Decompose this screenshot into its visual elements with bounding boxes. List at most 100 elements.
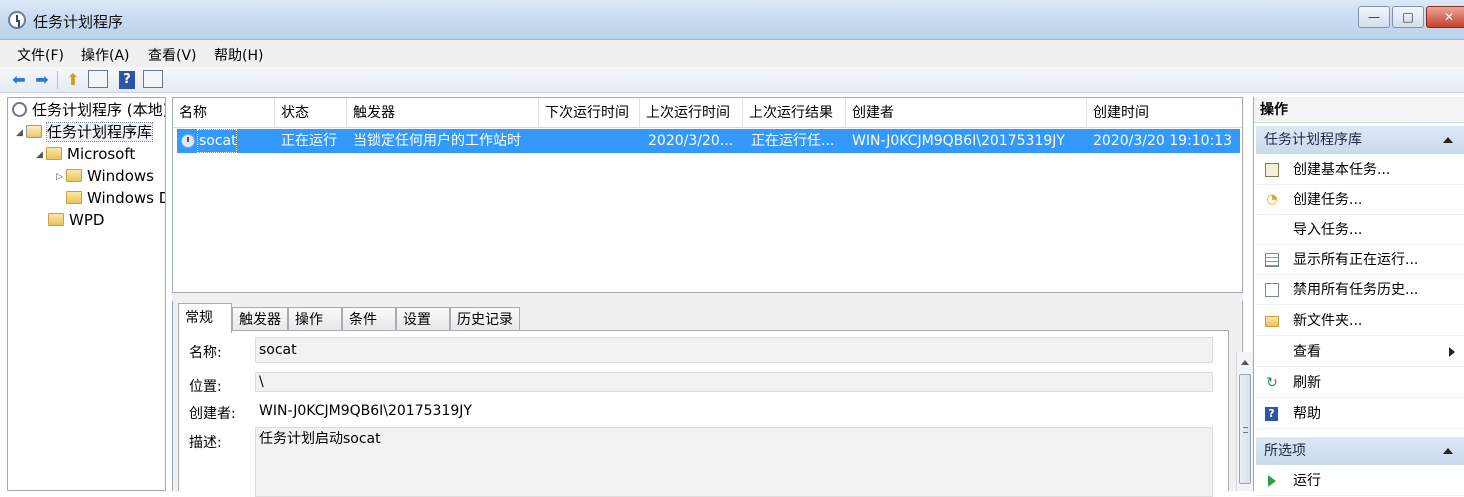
folder-icon	[46, 147, 62, 160]
action-label: 运行	[1293, 473, 1321, 489]
collapse-triangle-icon[interactable]: ◢	[16, 123, 26, 143]
basic-task-wizard-icon	[1265, 163, 1279, 177]
show-hide-action-pane-icon[interactable]	[143, 70, 163, 88]
actions-pane-title: 操作	[1254, 97, 1464, 123]
menu-bar: 文件(F) 操作(A) 查看(V) 帮助(H)	[0, 40, 1464, 67]
help-icon: ?	[1265, 407, 1278, 421]
show-hide-console-tree-icon[interactable]	[88, 70, 108, 88]
action-run[interactable]: 运行	[1256, 466, 1464, 496]
create-task-icon: ◔	[1266, 192, 1278, 207]
section-task-library[interactable]: 任务计划程序库	[1256, 126, 1464, 154]
menu-help[interactable]: 帮助(H)	[214, 45, 263, 65]
history-log-icon	[1265, 283, 1279, 297]
action-disable-task-history[interactable]: 禁用所有任务历史...	[1256, 275, 1464, 305]
maximize-button[interactable]: □	[1392, 6, 1424, 28]
section-selected-item-label: 所选项	[1264, 443, 1306, 459]
tab-settings[interactable]: 设置	[396, 307, 450, 332]
console-tree: 任务计划程序 (本地) ◢ 任务计划程序库 ◢ Microsoft ▷ Windows…	[7, 97, 166, 491]
scroll-thumb[interactable]	[1239, 374, 1251, 484]
column-header-author[interactable]: 创建者	[846, 98, 1087, 128]
task-list: 名称 状态 触发器 下次运行时间 上次运行时间 上次运行结果 创建者 创建时间 …	[172, 97, 1243, 293]
tab-triggers[interactable]: 触发器	[232, 307, 288, 332]
tree-item-root[interactable]: 任务计划程序 (本地)	[12, 100, 165, 120]
action-create-task[interactable]: ◔ 创建任务...	[1256, 185, 1464, 215]
cell-author: WIN-J0KCJM9QB6I\20175319JY	[852, 133, 1065, 149]
column-header-trigger[interactable]: 触发器	[347, 98, 539, 128]
title-bar: 任务计划程序 — □ ✕	[0, 0, 1464, 40]
tree-item-microsoft[interactable]: ◢ Microsoft	[36, 144, 135, 164]
collapse-triangle-icon[interactable]: ◢	[36, 145, 46, 165]
table-row[interactable]: socat 正在运行 当锁定任何用户的工作站时 2020/3/20... 正在运…	[177, 129, 1240, 153]
tree-item-windows-defender[interactable]: Windows Defender	[66, 188, 165, 208]
column-header-last-run[interactable]: 上次运行时间	[640, 98, 743, 128]
tab-general[interactable]: 常规	[178, 303, 232, 333]
close-button[interactable]: ✕	[1426, 6, 1464, 28]
up-folder-icon[interactable]: ⬆	[63, 70, 83, 90]
column-header-created[interactable]: 创建时间	[1087, 98, 1242, 128]
column-header-status[interactable]: 状态	[275, 98, 347, 128]
column-header-name[interactable]: 名称	[173, 98, 275, 128]
action-label: 创建任务...	[1293, 192, 1363, 208]
action-label: 帮助	[1293, 406, 1321, 422]
action-refresh[interactable]: ↻ 刷新	[1256, 368, 1464, 398]
actions-pane: 操作 任务计划程序库 创建基本任务... ◔ 创建任务... 导入任务... 显…	[1253, 97, 1464, 496]
window-title: 任务计划程序	[33, 13, 124, 31]
detail-scrollbar[interactable]	[1236, 352, 1253, 491]
submenu-arrow-icon	[1449, 347, 1455, 357]
cell-status: 正在运行	[281, 133, 337, 149]
library-folder-icon	[26, 125, 42, 138]
task-list-header: 名称 状态 触发器 下次运行时间 上次运行时间 上次运行结果 创建者 创建时间	[173, 98, 1242, 128]
running-tasks-list-icon	[1265, 253, 1279, 267]
cell-created: 2020/3/20 19:10:13	[1093, 133, 1233, 149]
name-label: 名称:	[189, 345, 222, 361]
pane-splitter[interactable]	[172, 293, 1243, 301]
tree-item-wpd[interactable]: WPD	[48, 210, 104, 230]
task-detail-pane: 常规 触发器 操作 条件 设置 历史记录 名称: socat 位置: \ 创建者…	[172, 301, 1243, 497]
back-arrow-icon[interactable]: ⬅	[9, 70, 29, 90]
section-selected-item[interactable]: 所选项	[1256, 437, 1464, 465]
description-field[interactable]: 任务计划启动socat	[255, 427, 1213, 497]
action-label: 导入任务...	[1293, 222, 1363, 238]
tree-item-library[interactable]: ◢ 任务计划程序库	[16, 122, 154, 143]
action-label: 禁用所有任务历史...	[1293, 282, 1419, 298]
menu-action[interactable]: 操作(A)	[81, 45, 130, 65]
tab-conditions[interactable]: 条件	[342, 307, 396, 332]
toolbar: ⬅ ➡ ⬆ ?	[0, 67, 1464, 93]
menu-file[interactable]: 文件(F)	[17, 45, 64, 65]
scroll-grip-icon	[1243, 427, 1248, 433]
expand-triangle-icon[interactable]: ▷	[56, 167, 66, 187]
author-field[interactable]: WIN-J0KCJM9QB6I\20175319JY	[255, 398, 1213, 424]
action-view[interactable]: 查看	[1256, 337, 1464, 367]
collapse-arrow-icon[interactable]	[1443, 448, 1453, 454]
action-new-folder[interactable]: 新文件夹...	[1256, 306, 1464, 336]
minimize-button[interactable]: —	[1358, 6, 1390, 28]
scroll-up-arrow-icon[interactable]	[1241, 360, 1249, 365]
action-import-task[interactable]: 导入任务...	[1256, 215, 1464, 245]
action-display-running-tasks[interactable]: 显示所有正在运行...	[1256, 245, 1464, 275]
tab-history[interactable]: 历史记录	[450, 307, 520, 332]
location-field[interactable]: \	[255, 372, 1213, 392]
forward-arrow-icon[interactable]: ➡	[32, 70, 52, 90]
column-header-last-result[interactable]: 上次运行结果	[743, 98, 846, 128]
task-scheduler-clock-icon	[8, 11, 26, 29]
tab-actions[interactable]: 操作	[288, 307, 342, 332]
clock-icon	[12, 102, 27, 117]
run-play-icon	[1268, 475, 1276, 487]
column-header-next-run[interactable]: 下次运行时间	[539, 98, 640, 128]
action-label: 刷新	[1293, 375, 1321, 391]
general-tab-content: 名称: socat 位置: \ 创建者: WIN-J0KCJM9QB6I\201…	[178, 330, 1229, 497]
description-label: 描述:	[189, 435, 222, 451]
folder-icon	[66, 191, 82, 204]
action-create-basic-task[interactable]: 创建基本任务...	[1256, 155, 1464, 185]
name-field[interactable]: socat	[255, 337, 1213, 363]
help-icon[interactable]: ?	[119, 71, 135, 89]
action-help[interactable]: ? 帮助	[1256, 399, 1464, 429]
action-label: 显示所有正在运行...	[1293, 252, 1419, 268]
task-clock-icon	[181, 134, 195, 148]
tree-item-windows[interactable]: ▷ Windows	[56, 166, 154, 186]
cell-next-run	[539, 129, 640, 153]
refresh-icon: ↻	[1266, 375, 1278, 391]
toolbar-separator	[57, 71, 58, 89]
collapse-arrow-icon[interactable]	[1443, 137, 1453, 143]
menu-view[interactable]: 查看(V)	[148, 45, 197, 65]
